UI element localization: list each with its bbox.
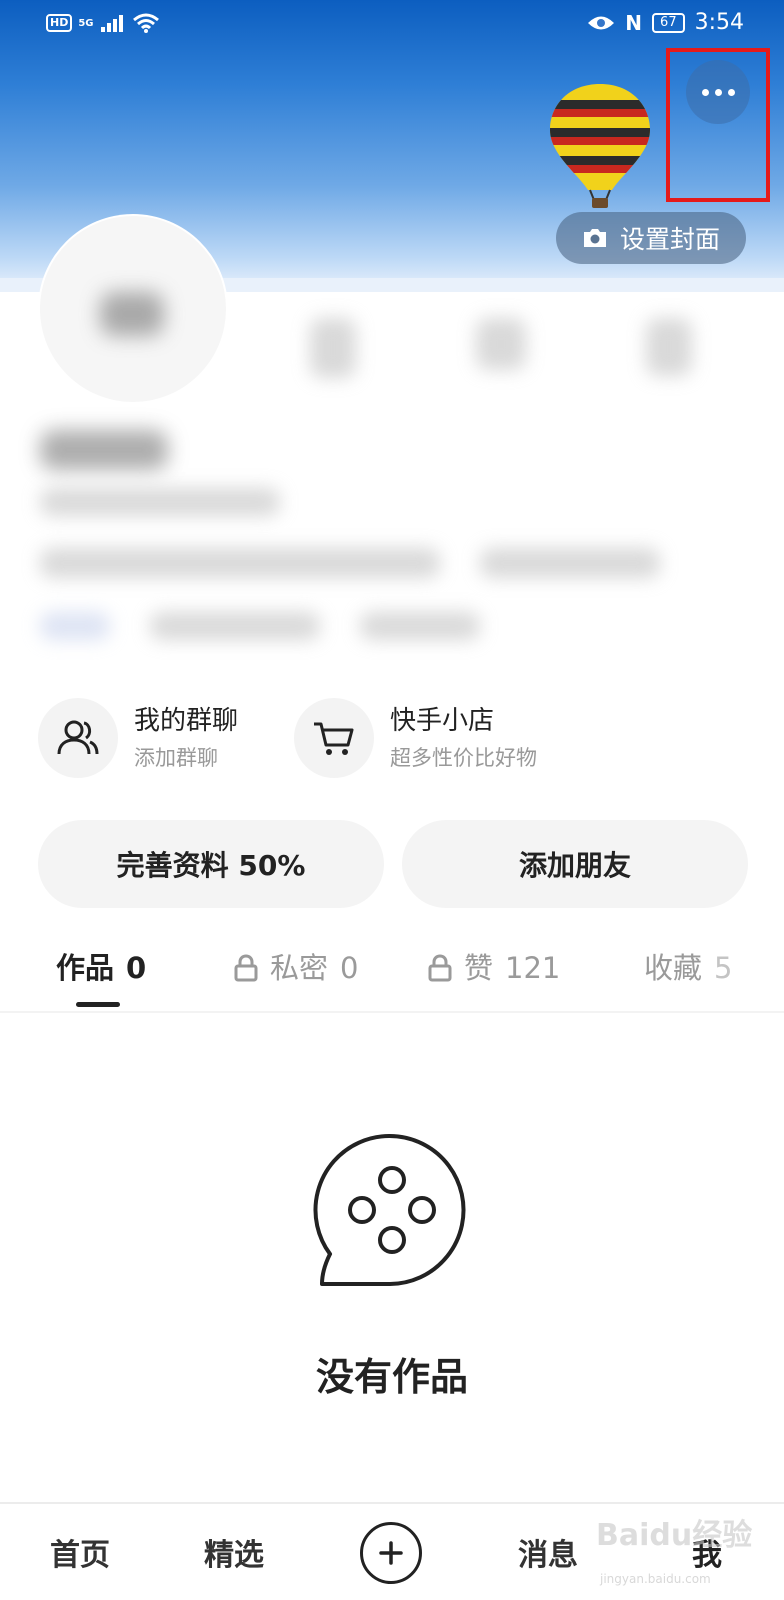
shop-icon-wrap <box>294 698 374 778</box>
group-chat-shortcut[interactable]: 我的群聊 添加群聊 <box>38 698 238 778</box>
blurred-avatar-figure <box>100 292 164 336</box>
tab-private[interactable]: 私密 0 <box>234 946 358 990</box>
shopping-cart-icon <box>314 722 354 755</box>
blurred-stat <box>646 318 692 376</box>
lock-icon <box>234 954 258 982</box>
hd-indicator: HD <box>46 14 73 32</box>
lock-icon <box>428 954 452 982</box>
active-tab-indicator <box>76 1002 120 1007</box>
status-bar-left: HD 5G <box>46 12 160 34</box>
clock: 3:54 <box>694 10 744 35</box>
tab-works-count: 0 <box>126 951 147 985</box>
tab-favorites[interactable]: 收藏 5 <box>644 946 732 990</box>
blurred-tag <box>360 612 480 640</box>
empty-state-text: 没有作品 <box>315 1355 468 1399</box>
wifi-icon <box>132 13 159 33</box>
tab-private-label: 私密 <box>270 951 329 985</box>
complete-profile-button[interactable]: 完善资料 50% <box>38 820 384 908</box>
blurred-stat <box>310 318 356 378</box>
nav-home[interactable]: 首页 <box>50 1530 110 1574</box>
watermark-url: jingyan.baidu.com <box>600 1572 711 1586</box>
tab-favorites-label: 收藏 <box>644 951 703 985</box>
blurred-user-id <box>40 488 280 516</box>
battery-indicator: 67 <box>652 12 685 33</box>
tab-private-count: 0 <box>340 951 359 985</box>
set-cover-button[interactable]: 设置封面 <box>556 212 746 264</box>
group-chat-text: 我的群聊 添加群聊 <box>134 703 238 773</box>
network-5g-indicator: 5G <box>78 17 94 29</box>
blurred-bio <box>40 548 440 578</box>
blurred-tag <box>40 612 110 640</box>
create-post-button[interactable] <box>360 1522 422 1584</box>
shop-title: 快手小店 <box>390 706 495 736</box>
tab-likes[interactable]: 赞 121 <box>428 946 560 990</box>
tab-divider <box>0 1011 784 1013</box>
shop-subtitle: 超多性价比好物 <box>390 746 537 770</box>
set-cover-label: 设置封面 <box>619 225 720 254</box>
blurred-tag <box>150 612 320 640</box>
tab-favorites-count: 5 <box>714 951 733 985</box>
tab-works[interactable]: 作品 0 <box>56 946 146 990</box>
eye-icon <box>588 16 615 29</box>
signal-icon <box>100 15 123 32</box>
status-bar-right: N 67 3:54 <box>587 10 744 35</box>
group-chat-subtitle: 添加群聊 <box>134 746 218 770</box>
group-chat-title: 我的群聊 <box>134 706 239 736</box>
highlight-box <box>666 48 770 202</box>
tab-likes-count: 121 <box>505 951 561 985</box>
status-bar: HD 5G N 67 3:54 <box>0 0 784 50</box>
watermark-logo: Baidu经验 <box>596 1518 753 1553</box>
plus-icon <box>379 1541 403 1565</box>
blurred-bio <box>480 548 660 578</box>
nav-messages[interactable]: 消息 <box>518 1530 578 1574</box>
shop-text: 快手小店 超多性价比好物 <box>390 703 537 773</box>
group-chat-icon-wrap <box>38 698 118 778</box>
tab-likes-label: 赞 <box>464 951 494 985</box>
film-reel-icon <box>313 1134 466 1286</box>
blurred-username <box>40 430 168 470</box>
nfc-icon: N <box>625 10 643 35</box>
tab-works-label: 作品 <box>56 951 115 985</box>
nav-featured[interactable]: 精选 <box>204 1530 264 1574</box>
kuaishou-shop-shortcut[interactable]: 快手小店 超多性价比好物 <box>294 698 537 778</box>
add-friends-button[interactable]: 添加朋友 <box>402 820 748 908</box>
group-chat-icon <box>57 720 99 755</box>
hot-air-balloon-image <box>550 84 650 208</box>
camera-icon <box>583 229 606 247</box>
blurred-stat <box>476 318 526 370</box>
